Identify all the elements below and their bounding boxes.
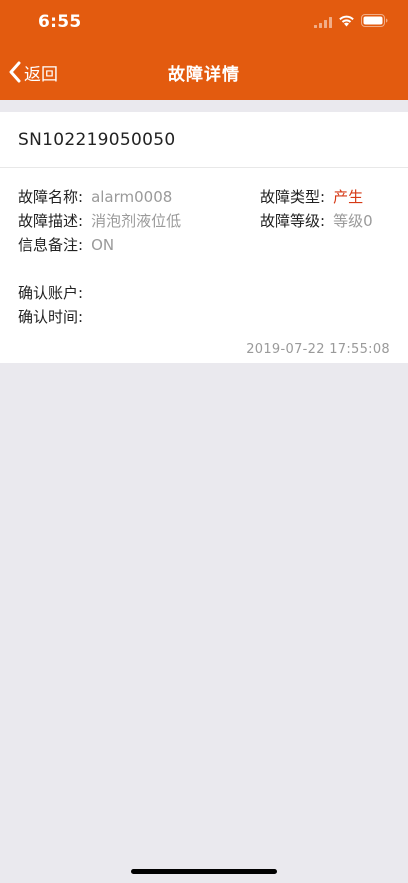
alarm-name-label: 故障名称: [18,188,84,206]
alarm-name-value: alarm0008 [91,188,173,206]
alarm-timestamp: 2019-07-22 17:55:08 [246,342,390,357]
alarm-desc-value: 消泡剂液位低 [91,212,182,230]
divider [0,167,408,168]
alarm-type-row: 故障类型: 产生 [260,186,363,207]
alarm-level-row: 故障等级: 等级0 [260,210,373,231]
alarm-type-label: 故障类型: [260,188,326,206]
alarm-desc-row: 故障描述: 消泡剂液位低 [18,210,181,231]
alarm-name-row: 故障名称: alarm0008 [18,186,172,207]
wifi-icon [339,15,354,27]
confirm-account-row: 确认账户: [18,282,91,303]
navigation-bar: 返回 故障详情 [0,44,408,100]
home-indicator[interactable] [131,869,277,874]
confirm-time-label: 确认时间: [18,308,84,326]
remark-row: 信息备注: ON [18,234,114,255]
alarm-desc-label: 故障描述: [18,212,84,230]
confirm-account-label: 确认账户: [18,284,84,302]
remark-value: ON [91,236,115,254]
alarm-type-value: 产生 [333,188,364,206]
battery-icon [361,14,388,27]
alarm-level-value: 等级0 [333,212,373,230]
device-serial: SN102219050050 [18,130,176,150]
page-title: 故障详情 [168,65,240,85]
alarm-detail-card: SN102219050050 故障名称: alarm0008 故障类型: 产生 故障… [0,112,408,363]
status-time: 6:55 [38,12,82,32]
cellular-signal-icon [314,17,332,28]
remark-label: 信息备注: [18,236,84,254]
alarm-level-label: 故障等级: [260,212,326,230]
confirm-time-row: 确认时间: [18,306,91,327]
status-bar: 6:55 [0,0,408,44]
